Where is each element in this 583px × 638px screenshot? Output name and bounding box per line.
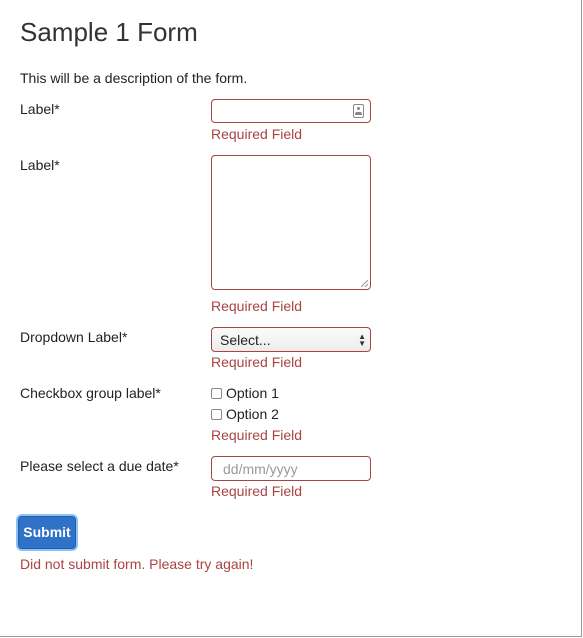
dropdown-select[interactable]: Select... ▲ ▼: [211, 327, 371, 352]
contact-card-icon[interactable]: [353, 104, 364, 118]
dropdown-error: Required Field: [211, 354, 303, 370]
textarea-label: Label*: [20, 157, 60, 173]
date-placeholder: dd/mm/yyyy: [223, 461, 298, 477]
checkbox-icon[interactable]: [211, 409, 222, 420]
form-description: This will be a description of the form.: [20, 70, 248, 86]
dropdown-selected-value: Select...: [220, 332, 271, 348]
textarea-error: Required Field: [211, 298, 303, 314]
checkbox-group-error: Required Field: [211, 427, 303, 443]
checkbox-option-label: Option 2: [226, 406, 279, 422]
text-field-error: Required Field: [211, 126, 303, 142]
updown-arrows-icon: ▲ ▼: [358, 332, 366, 348]
date-input[interactable]: dd/mm/yyyy: [211, 456, 371, 481]
checkbox-option-2[interactable]: Option 2: [211, 406, 279, 422]
window-frame: [0, 0, 582, 637]
text-input[interactable]: [211, 99, 371, 123]
form-title: Sample 1 Form: [20, 17, 198, 47]
dropdown-label: Dropdown Label*: [20, 329, 128, 345]
submit-button[interactable]: Submit: [18, 516, 76, 549]
textarea-input[interactable]: [211, 155, 371, 290]
checkbox-group-label: Checkbox group label*: [20, 385, 161, 401]
checkbox-icon[interactable]: [211, 388, 222, 399]
text-field-label: Label*: [20, 101, 60, 117]
date-label: Please select a due date*: [20, 458, 179, 474]
submit-error-message: Did not submit form. Please try again!: [20, 556, 254, 572]
date-error: Required Field: [211, 483, 303, 499]
resize-grip-icon[interactable]: [361, 280, 368, 287]
checkbox-option-label: Option 1: [226, 385, 279, 401]
checkbox-option-1[interactable]: Option 1: [211, 385, 279, 401]
